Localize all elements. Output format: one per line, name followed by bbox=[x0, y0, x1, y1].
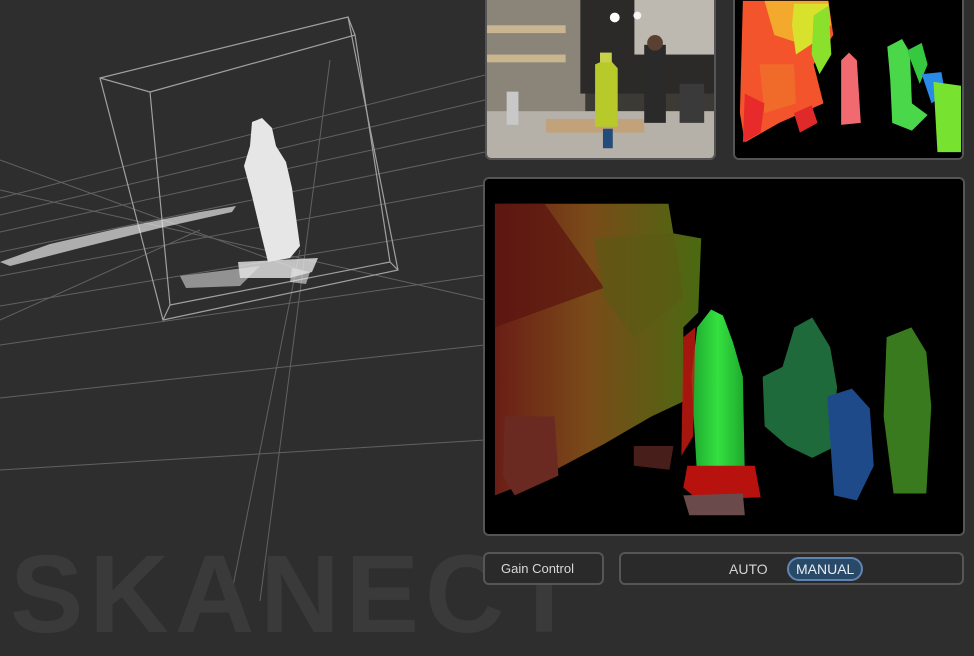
gain-control-box: Gain Control bbox=[483, 552, 604, 585]
rgb-camera-image bbox=[487, 0, 714, 158]
manual-button[interactable]: MANUAL bbox=[787, 557, 864, 581]
gain-mode-toggle: AUTO MANUAL bbox=[619, 552, 964, 585]
gain-control-label: Gain Control bbox=[501, 561, 574, 576]
rgb-camera-view bbox=[485, 0, 716, 160]
depth-view-large bbox=[483, 177, 965, 536]
depth-map-image bbox=[485, 179, 963, 534]
ground-grid bbox=[0, 59, 486, 601]
depth-preview-small bbox=[733, 0, 964, 160]
auto-button[interactable]: AUTO bbox=[725, 560, 772, 578]
scanned-mesh bbox=[0, 118, 318, 288]
depth-preview-image bbox=[735, 0, 962, 158]
